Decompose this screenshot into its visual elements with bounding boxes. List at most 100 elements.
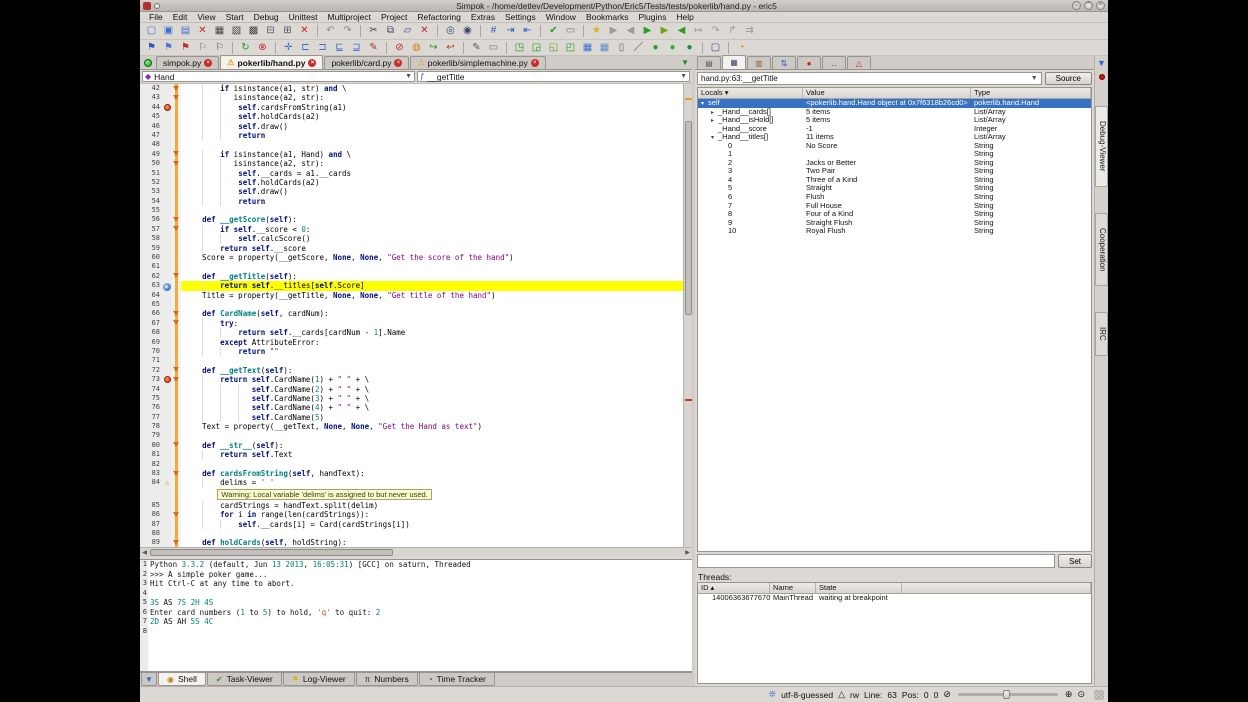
fold-margin[interactable]	[172, 291, 181, 300]
close-tab-icon[interactable]: ×	[531, 59, 539, 67]
tree-expanded-icon[interactable]: ▾	[711, 134, 718, 142]
code-text[interactable]	[181, 300, 692, 309]
replace-icon[interactable]: ◉	[460, 24, 475, 38]
line-number[interactable]: 68	[140, 328, 162, 337]
marker-margin[interactable]	[162, 356, 172, 365]
line-number[interactable]: 76	[140, 403, 162, 412]
line-number[interactable]: 81	[140, 450, 162, 459]
table-icon[interactable]: ▦	[580, 41, 595, 55]
fold-margin[interactable]	[172, 460, 181, 469]
fold-arrow-icon[interactable]	[173, 471, 179, 476]
fold-margin[interactable]	[172, 356, 181, 365]
fold-arrow-icon[interactable]	[173, 320, 179, 325]
code-text[interactable]: return self.__score	[181, 244, 692, 253]
line-number[interactable]: 69	[140, 338, 162, 347]
line-number[interactable]: 84	[140, 478, 162, 487]
line-number[interactable]: 42	[140, 84, 162, 93]
locals-row[interactable]: 10Royal FlushString	[698, 227, 1091, 236]
scroll-left-icon[interactable]: ◀	[140, 549, 149, 557]
menu-settings[interactable]: Settings	[500, 12, 541, 22]
editor-horizontal-scrollbar[interactable]: ◀ ▶	[140, 547, 692, 557]
line-number[interactable]: 65	[140, 300, 162, 309]
fold-margin[interactable]	[172, 281, 181, 290]
project-close-icon[interactable]: ◰	[563, 41, 578, 55]
fold-arrow-icon[interactable]	[173, 273, 179, 278]
fold-margin[interactable]	[172, 366, 181, 375]
next-uncovered-icon[interactable]: ⊑	[332, 41, 347, 55]
locals-row[interactable]: 6FlushString	[698, 193, 1091, 202]
marker-margin[interactable]	[162, 328, 172, 337]
code-text[interactable]: self.__cards[i] = Card(cardStrings[i])	[181, 520, 692, 529]
locals-row[interactable]: 3Two PairString	[698, 167, 1091, 176]
code-text[interactable]: return self.__titles[self.Score]	[181, 281, 692, 290]
local-variables-tab[interactable]: ▦	[722, 55, 746, 69]
fold-arrow-icon[interactable]	[173, 367, 179, 372]
line-number[interactable]: 56	[140, 215, 162, 224]
shell-output[interactable]: Python 3.3.2 (default, Jun 13 2013, 16:0…	[148, 560, 692, 671]
line-number[interactable]: 62	[140, 272, 162, 281]
run-icon[interactable]: ▶	[640, 24, 655, 38]
code-text[interactable]: Text = property(__getText, None, None, "…	[181, 422, 692, 431]
line-number[interactable]: 79	[140, 431, 162, 440]
shell-filter-tab[interactable]: ▼︎	[141, 673, 157, 686]
fold-margin[interactable]	[172, 253, 181, 262]
slash-icon[interactable]: ／	[631, 41, 646, 55]
code-text[interactable]: Score = property(__getScore, None, None,…	[181, 253, 692, 262]
stop-icon[interactable]: ⊗	[255, 41, 270, 55]
locals-row[interactable]: ▸_Hand__isHold[]5 itemsList/Array	[698, 116, 1091, 125]
fold-margin[interactable]	[172, 131, 181, 140]
fold-margin[interactable]	[172, 169, 181, 178]
code-text[interactable]: self.CardName(2) + " " + \	[181, 385, 692, 394]
line-number[interactable]: 88	[140, 529, 162, 538]
locals-row[interactable]: 2Jacks or BetterString	[698, 159, 1091, 168]
marker-margin[interactable]	[162, 441, 172, 450]
marker-margin[interactable]	[162, 375, 172, 384]
syntax-check-icon[interactable]: ✔	[546, 24, 561, 38]
project-save-icon[interactable]: ◱	[546, 41, 561, 55]
code-text[interactable]	[181, 206, 692, 215]
marker-margin[interactable]	[162, 385, 172, 394]
fold-margin[interactable]	[172, 300, 181, 309]
project-open-icon[interactable]: ◲	[529, 41, 544, 55]
scroll-thumb[interactable]	[685, 121, 692, 315]
debug-icon[interactable]: ◀	[674, 24, 689, 38]
menu-start[interactable]: Start	[221, 12, 249, 22]
fold-arrow-icon[interactable]	[173, 311, 179, 316]
line-number[interactable]: 74	[140, 385, 162, 394]
menu-plugins[interactable]: Plugins	[633, 12, 671, 22]
menu-extras[interactable]: Extras	[466, 12, 500, 22]
line-number[interactable]: 89	[140, 538, 162, 547]
close-icon[interactable]: ✕	[195, 24, 210, 38]
code-text[interactable]: def __getText(self):	[181, 366, 692, 375]
code-text[interactable]: except AttributeError:	[181, 338, 692, 347]
bookmark-toggle-icon[interactable]: ⚑	[144, 41, 159, 55]
scroll-right-icon[interactable]: ▶	[683, 549, 692, 557]
menu-view[interactable]: View	[192, 12, 220, 22]
code-text[interactable]: isinstance(a2, str):	[181, 159, 692, 168]
line-number[interactable]: 83	[140, 469, 162, 478]
line-number[interactable]: 52	[140, 178, 162, 187]
code-text[interactable]: self.draw()	[181, 122, 692, 131]
menu-project[interactable]: Project	[376, 12, 412, 22]
menu-debug[interactable]: Debug	[249, 12, 284, 22]
fold-arrow-icon[interactable]	[173, 377, 179, 382]
marker-margin[interactable]	[162, 366, 172, 375]
redo-icon[interactable]: ↷	[340, 24, 355, 38]
fold-margin[interactable]	[172, 319, 181, 328]
locals-row[interactable]: 9Straight FlushString	[698, 219, 1091, 228]
marker-margin[interactable]	[162, 93, 172, 102]
file-tab-pokerlib-hand-py[interactable]: ⚠pokerlib/hand.py×	[220, 55, 323, 69]
edit-marker-icon[interactable]: ✎	[366, 41, 381, 55]
line-number[interactable]: 55	[140, 206, 162, 215]
autocomplete-icon[interactable]: ▭	[486, 41, 501, 55]
breakpoint-icon[interactable]	[164, 104, 171, 111]
line-number[interactable]: 80	[140, 441, 162, 450]
marker-margin[interactable]	[162, 450, 172, 459]
marker-margin[interactable]	[162, 501, 172, 510]
line-number[interactable]: 46	[140, 122, 162, 131]
fold-margin[interactable]	[172, 234, 181, 243]
threads-header-name[interactable]: Name	[770, 583, 816, 593]
fold-arrow-icon[interactable]	[173, 151, 179, 156]
clock-icon[interactable]: ◔	[734, 41, 749, 55]
fold-arrow-icon[interactable]	[173, 226, 179, 231]
